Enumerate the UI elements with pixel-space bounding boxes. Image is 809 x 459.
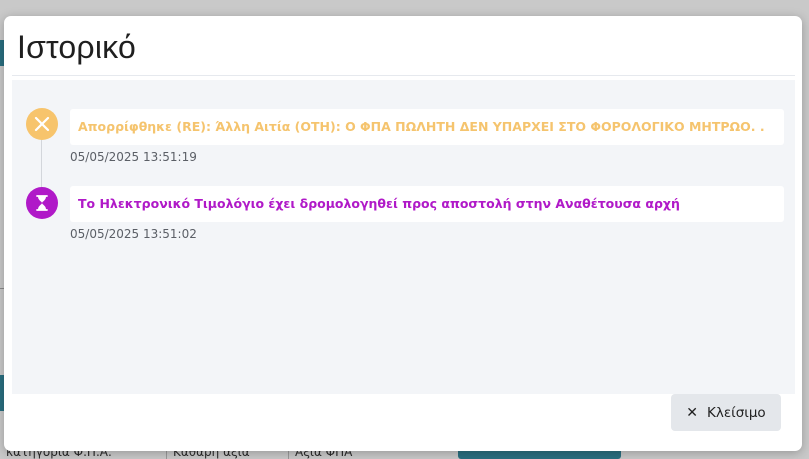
hourglass-icon	[26, 187, 58, 219]
history-modal: Ιστορικό Απορρίφθηκε (RE): Άλλη Αιτία (O…	[4, 16, 802, 451]
x-icon	[26, 108, 58, 140]
modal-body: Απορρίφθηκε (RE): Άλλη Αιτία (OTH): Ο ΦΠ…	[12, 80, 795, 394]
close-icon: ✕	[686, 404, 699, 421]
timeline-timestamp: 05/05/2025 13:51:02	[70, 227, 197, 241]
timeline-timestamp: 05/05/2025 13:51:19	[70, 150, 197, 164]
header-divider	[12, 75, 795, 76]
modal-header: Ιστορικό	[4, 16, 802, 76]
close-button[interactable]: ✕ Κλείσιμο	[671, 394, 781, 431]
timeline-message-rejected: Απορρίφθηκε (RE): Άλλη Αιτία (OTH): Ο ΦΠ…	[70, 109, 784, 145]
timeline-message-pending: Το Ηλεκτρονικό Τιμολόγιο έχει δρομολογηθ…	[70, 186, 784, 222]
close-button-label: Κλείσιμο	[707, 404, 766, 421]
modal-title: Ιστορικό	[17, 29, 136, 65]
